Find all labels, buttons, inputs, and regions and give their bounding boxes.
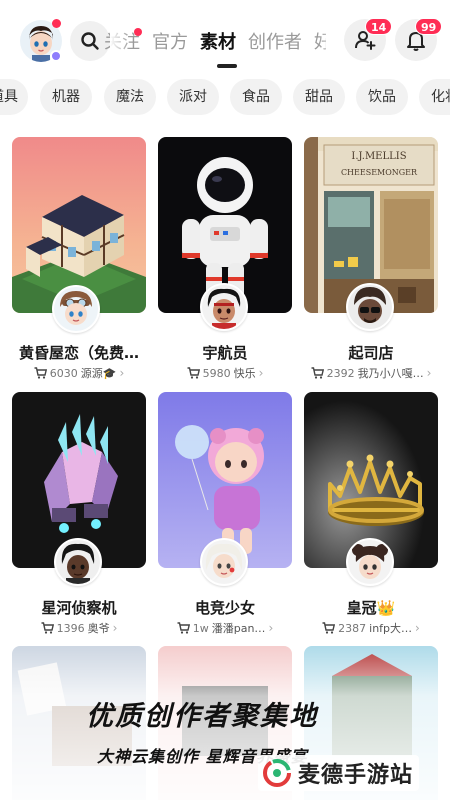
creator-name[interactable]: infp大… [369, 620, 412, 636]
chip-makeup[interactable]: 化妆 [419, 79, 450, 115]
asset-title: 宇航员 [202, 344, 248, 362]
creator-avatar[interactable] [200, 538, 248, 586]
asset-title: 黄昏屋恋（免费… [18, 344, 139, 362]
chip-props[interactable]: 道具 [0, 79, 28, 115]
promo-title: 优质创作者聚集地 [86, 701, 318, 732]
asset-title: 起司店 [348, 344, 394, 362]
chip-magic[interactable]: 魔法 [104, 79, 156, 115]
brand-logo-icon [263, 759, 291, 787]
asset-meta: 6030 源源🎓 › [12, 365, 146, 381]
asset-meta: 1396 奥爷 › [12, 620, 146, 636]
avatar-level-badge [50, 50, 62, 62]
purchase-count: 6030 [49, 366, 78, 380]
top-bar: 关注 官方 素材 创作者 好友 14 99 [0, 0, 450, 84]
chevron-right-icon: › [268, 621, 274, 635]
brand-watermark: 麦德手游站 [258, 755, 420, 791]
chevron-right-icon: › [112, 621, 118, 635]
category-chips: 道具 机器 魔法 派对 食品 甜品 饮品 化妆 [0, 79, 450, 117]
purchase-count: 2392 [326, 366, 355, 380]
shop-sign-line1: I.J.MELLIS [351, 151, 406, 162]
cart-icon [311, 367, 324, 379]
notification-count-badge: 99 [415, 18, 443, 35]
asset-meta: 2392 我乃小八嘎… › [304, 365, 438, 381]
creator-avatar[interactable] [54, 538, 102, 586]
chip-drinks[interactable]: 饮品 [356, 79, 408, 115]
creator-name[interactable]: 潘潘pan… [212, 620, 266, 636]
creator-name[interactable]: 我乃小八嘎… [358, 365, 424, 381]
creator-avatar[interactable] [346, 538, 394, 586]
tab-materials[interactable]: 素材 [194, 28, 242, 58]
purchase-count: 2387 [338, 621, 367, 635]
tabs-fade-left [110, 24, 130, 60]
chevron-right-icon: › [258, 366, 264, 380]
tab-following-dot [134, 28, 142, 36]
cart-icon [41, 622, 54, 634]
asset-title: 皇冠👑 [346, 599, 396, 617]
search-icon [81, 32, 99, 50]
active-tab-indicator [217, 64, 237, 68]
brand-name: 麦德手游站 [298, 763, 414, 788]
tab-official[interactable]: 官方 [146, 28, 194, 58]
creator-name[interactable]: 源源🎓 [81, 365, 117, 381]
creator-avatar[interactable] [200, 283, 248, 331]
purchase-count: 1396 [56, 621, 85, 635]
shop-sign-line2: CHEESEMONGER [341, 168, 418, 177]
feed-tabs: 关注 官方 素材 创作者 好友 [98, 28, 326, 58]
chip-party[interactable]: 派对 [167, 79, 219, 115]
creator-avatar[interactable] [346, 283, 394, 331]
tabs-fade-right [318, 24, 342, 60]
asset-meta: 1w 潘潘pan… › [158, 620, 292, 636]
purchase-count: 5980 [202, 366, 231, 380]
chip-food[interactable]: 食品 [230, 79, 282, 115]
creator-name[interactable]: 奥爷 [88, 620, 110, 636]
cart-icon [34, 367, 47, 379]
creator-avatar[interactable] [52, 285, 100, 333]
invite-count-badge: 14 [365, 18, 393, 35]
tab-creators[interactable]: 创作者 [242, 28, 308, 58]
cart-icon [187, 367, 200, 379]
cart-icon [177, 622, 190, 634]
cart-icon [322, 622, 336, 634]
asset-title: 电竞少女 [194, 599, 255, 617]
chevron-right-icon: › [426, 366, 432, 380]
chip-desserts[interactable]: 甜品 [293, 79, 345, 115]
chevron-right-icon: › [119, 366, 125, 380]
asset-title: 星河侦察机 [41, 599, 117, 617]
avatar-notification-dot [52, 19, 61, 28]
chip-machines[interactable]: 机器 [40, 79, 92, 115]
chevron-right-icon: › [415, 621, 420, 635]
asset-meta: 2387 infp大… › [304, 620, 438, 636]
asset-meta: 5980 快乐 › [158, 365, 292, 381]
purchase-count: 1w [192, 621, 209, 635]
creator-name[interactable]: 快乐 [234, 365, 256, 381]
